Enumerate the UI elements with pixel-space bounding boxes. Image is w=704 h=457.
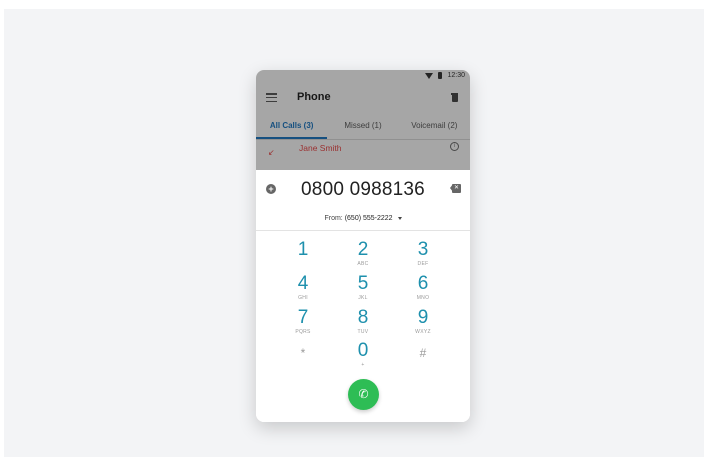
key-6[interactable]: 6 MNO [403, 274, 443, 301]
key-9[interactable]: 9 WXYZ [403, 308, 443, 335]
page-background: 12:30 Phone All Calls (3) Missed (1) Voi… [4, 9, 704, 457]
dialer-sheet: + 0800 0988136 ✕ From: (650) 555-2222 1 … [256, 170, 470, 422]
key-3[interactable]: 3 DEF [403, 240, 443, 267]
key-hash[interactable]: # [403, 344, 443, 363]
dialpad: 1 2 ABC 3 DEF 4 GHI 5 JKL 6 MNO 7 PQRS 8… [256, 231, 470, 368]
phone-app-background: 12:30 Phone All Calls (3) Missed (1) Voi… [256, 70, 470, 170]
call-button[interactable]: ✆ [348, 379, 379, 410]
phone-icon: ✆ [358, 387, 369, 401]
key-8[interactable]: 8 TUV [343, 308, 383, 335]
modal-scrim[interactable] [256, 70, 470, 170]
key-4[interactable]: 4 GHI [283, 274, 323, 301]
chevron-down-icon [397, 216, 402, 220]
number-display: + 0800 0988136 ✕ [256, 170, 470, 209]
from-number: (650) 555-2222 [344, 215, 393, 222]
phone-frame: 12:30 Phone All Calls (3) Missed (1) Voi… [256, 70, 470, 422]
key-7[interactable]: 7 PQRS [283, 308, 323, 335]
key-0[interactable]: 0 + [343, 341, 383, 368]
key-2[interactable]: 2 ABC [343, 240, 383, 267]
key-5[interactable]: 5 JKL [343, 274, 383, 301]
key-1[interactable]: 1 [283, 240, 323, 261]
from-label: From: [324, 215, 343, 222]
key-star[interactable]: * [283, 344, 323, 363]
backspace-icon[interactable]: ✕ [450, 184, 461, 193]
dialed-number: 0800 0988136 [301, 179, 425, 200]
caller-id-selector[interactable]: From: (650) 555-2222 [256, 209, 470, 231]
